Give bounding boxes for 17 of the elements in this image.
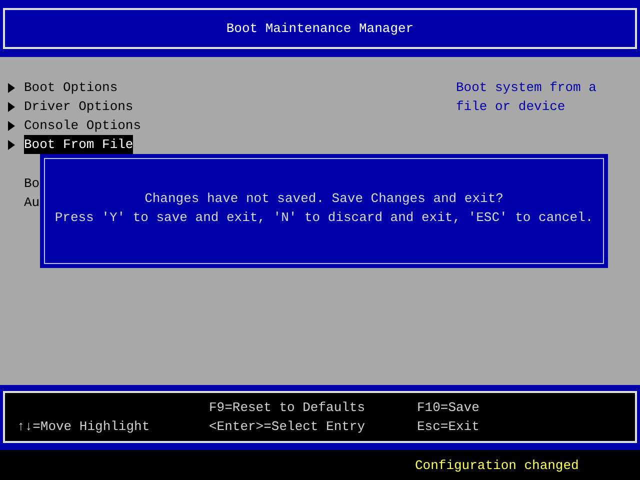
window-title: Boot Maintenance Manager [226,20,414,38]
key-hint: F9=Reset to Defaults [209,400,366,415]
key-hint: ↑↓=Move Highlight [17,419,150,434]
menu-item[interactable]: Console Options [24,116,142,135]
menu-item[interactable]: Driver Options [24,97,134,116]
dialog-message: Changes have not saved. Save Changes and exit? [144,190,504,208]
menu-item[interactable]: Boot Options [24,78,118,97]
menu-item[interactable]: Bo [24,176,40,191]
key-hint: Esc=Exit [417,419,480,434]
menu-item[interactable]: Au [24,195,40,210]
dialog-message: Press 'Y' to save and exit, 'N' to discard and exit, 'ESC' to cancel. [54,209,594,227]
help-text: file or device [456,98,566,116]
help-text: Boot system from a [456,79,596,97]
menu-item[interactable]: Boot From File [24,135,134,154]
status-message: Configuration changed [415,456,579,474]
key-hint: <Enter>=Select Entry [209,419,366,434]
key-hint: F10=Save [417,400,480,415]
